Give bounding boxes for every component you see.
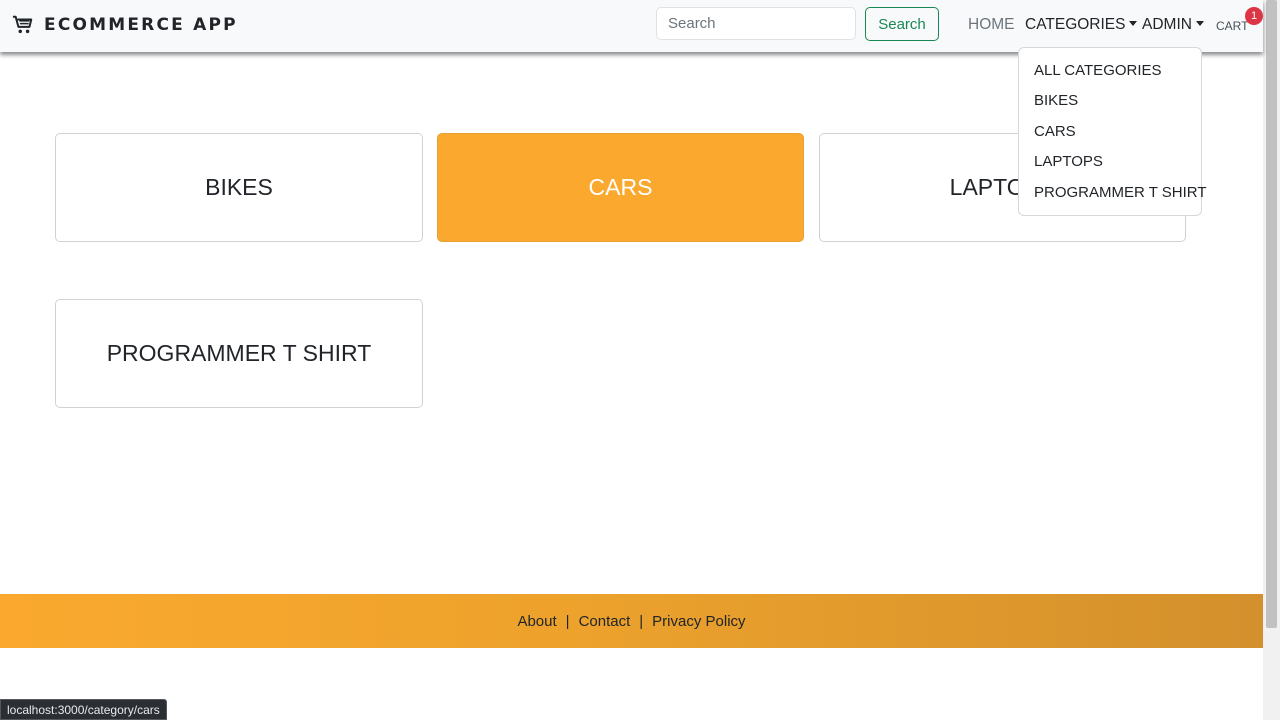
footer-separator: | bbox=[639, 612, 644, 630]
brand-name: ECOMMERCE APP bbox=[44, 15, 238, 35]
nav-categories-dropdown-toggle[interactable]: CATEGORIES bbox=[1025, 16, 1138, 34]
navbar: ECOMMERCE APP Search HOME CATEGORIES ADM… bbox=[0, 0, 1263, 52]
categories-dropdown-menu: ALL CATEGORIES BIKES CARS LAPTOPS PROGRA… bbox=[1018, 47, 1207, 216]
dropdown-item-programmer-t-shirt[interactable]: PROGRAMMER T SHIRT bbox=[1034, 184, 1207, 201]
search-input[interactable] bbox=[656, 7, 856, 40]
dropdown-item-bikes[interactable]: BIKES bbox=[1034, 92, 1078, 109]
dropdown-item-laptops[interactable]: LAPTOPS bbox=[1034, 153, 1103, 170]
cart-count-badge: 1 bbox=[1245, 7, 1263, 25]
footer-separator: | bbox=[565, 612, 570, 630]
category-card-label: CARS bbox=[588, 174, 653, 200]
scrollbar-thumb[interactable] bbox=[1266, 0, 1277, 628]
dropdown-item-all-categories[interactable]: ALL CATEGORIES bbox=[1034, 62, 1162, 79]
caret-down-icon bbox=[1195, 21, 1204, 26]
nav-home-link[interactable]: HOME bbox=[968, 16, 1015, 34]
category-card-cars[interactable]: CARS bbox=[437, 133, 804, 242]
nav-admin-dropdown-toggle[interactable]: ADMIN bbox=[1142, 16, 1204, 34]
category-card-programmer-t-shirt[interactable]: PROGRAMMER T SHIRT bbox=[55, 299, 423, 408]
nav-categories-label: CATEGORIES bbox=[1025, 16, 1126, 33]
footer-about-link[interactable]: About bbox=[517, 613, 556, 630]
footer: About | Contact | Privacy Policy bbox=[0, 594, 1263, 648]
status-bar-url: localhost:3000/category/cars bbox=[0, 699, 167, 720]
nav-admin-label: ADMIN bbox=[1142, 16, 1192, 33]
shopping-cart-icon bbox=[12, 15, 33, 34]
caret-down-icon bbox=[1129, 21, 1138, 26]
category-card-label: BIKES bbox=[205, 174, 273, 200]
nav-cart-link[interactable]: CART bbox=[1216, 19, 1248, 33]
brand-link[interactable]: ECOMMERCE APP bbox=[12, 12, 238, 38]
search-button[interactable]: Search bbox=[865, 7, 939, 41]
category-card-label: PROGRAMMER T SHIRT bbox=[106, 340, 372, 366]
footer-contact-link[interactable]: Contact bbox=[579, 613, 631, 630]
category-card-bikes[interactable]: BIKES bbox=[55, 133, 423, 242]
dropdown-item-cars[interactable]: CARS bbox=[1034, 123, 1076, 140]
footer-privacy-policy-link[interactable]: Privacy Policy bbox=[652, 613, 745, 630]
